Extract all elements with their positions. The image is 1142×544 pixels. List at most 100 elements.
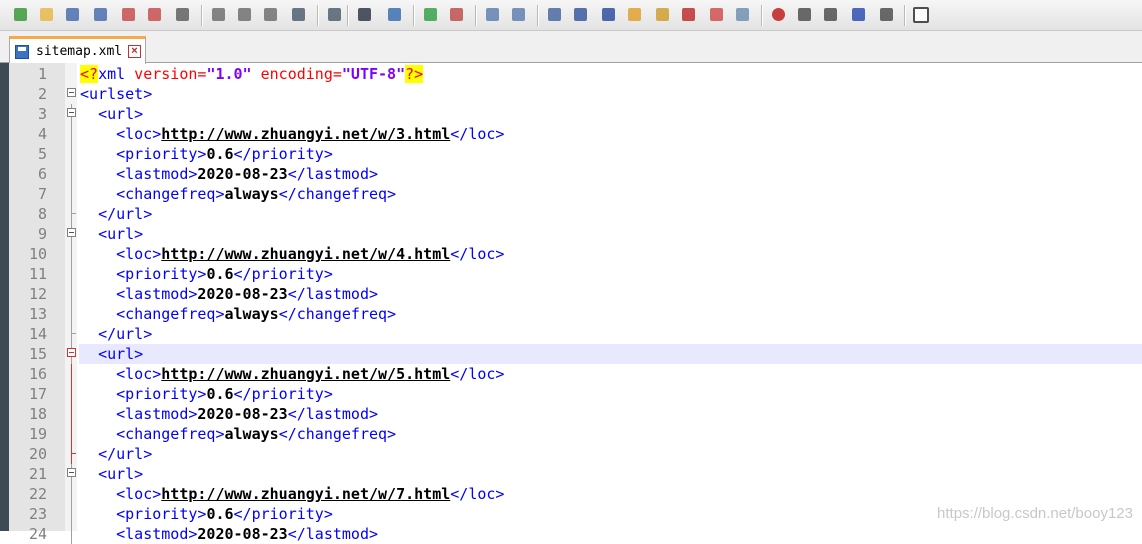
line-number: 5 [37,145,47,163]
indent-guide-icon[interactable] [600,6,618,24]
code-token: <loc> [116,125,162,143]
fold-toggle-icon[interactable] [67,228,76,237]
code-token: <url> [98,225,144,243]
line-number: 15 [28,345,47,363]
close-icon[interactable] [120,6,138,24]
toolbar-separator [904,5,906,26]
print-icon[interactable] [174,6,192,24]
redo-icon[interactable] [326,6,344,24]
code-line[interactable]: 2 <urlset> [9,84,1142,104]
doc-map-icon[interactable] [654,6,672,24]
udl-icon[interactable] [626,6,644,24]
close-all-icon[interactable] [146,6,164,24]
code-token: <changefreq> [116,425,225,443]
fold-guide [71,524,72,544]
code-line[interactable]: 9 <url> [9,224,1142,244]
save-icon[interactable] [64,6,82,24]
code-token: "UTF-8" [341,65,406,83]
sync-vertical-icon[interactable] [484,6,502,24]
record-macro-icon[interactable] [770,6,788,24]
zoom-out-icon[interactable] [448,6,466,24]
fold-guide [71,504,72,524]
show-all-chars-icon[interactable] [572,6,590,24]
code-line[interactable]: 6 <lastmod>2020-08-23</lastmod> [9,164,1142,184]
stop-macro-icon[interactable] [796,6,814,24]
code-token: </loc> [450,485,505,503]
playback-macro-icon[interactable] [822,6,840,24]
code-token: </url> [98,205,153,223]
toolbar-separator [537,5,539,26]
code-text: <lastmod>2020-08-23</lastmod> [79,404,1142,424]
code-line[interactable]: 17 <priority>0.6</priority> [9,384,1142,404]
fold-toggle-icon[interactable] [67,348,76,357]
replace-icon[interactable] [386,6,404,24]
find-icon[interactable] [356,6,374,24]
fold-guide [71,164,72,184]
paste-icon[interactable] [262,6,280,24]
watermark: https://blog.csdn.net/booy123 [937,505,1133,522]
fold-guide [71,264,72,284]
code-text: <changefreq>always</changefreq> [79,304,1142,324]
code-token: 2020-08-23 [197,285,288,303]
code-token: <changefreq> [116,185,225,203]
code-line[interactable]: 3 <url> [9,104,1142,124]
folder-workspace-icon[interactable] [708,6,726,24]
tab-close-icon[interactable]: × [128,45,141,58]
code-line[interactable]: 18 <lastmod>2020-08-23</lastmod> [9,404,1142,424]
fold-toggle-icon[interactable] [67,468,76,477]
new-file-icon[interactable] [12,6,30,24]
code-line[interactable]: 21 <url> [9,464,1142,484]
code-line[interactable]: 20 </url> [9,444,1142,464]
save-all-icon[interactable] [92,6,110,24]
editor-text-area[interactable]: 1 <?xml version="1.0" encoding="UTF-8"?> 2… [9,64,1142,544]
code-line[interactable]: 1 <?xml version="1.0" encoding="UTF-8"?> [9,64,1142,84]
window-edge [0,63,9,531]
code-line[interactable]: 14 </url> [9,324,1142,344]
code-line[interactable]: 13 <changefreq>always</changefreq> [9,304,1142,324]
code-line[interactable]: 22 <loc>http://www.zhuangyi.net/w/7.html… [9,484,1142,504]
code-line[interactable]: 11 <priority>0.6</priority> [9,264,1142,284]
code-line[interactable]: 4 <loc>http://www.zhuangyi.net/w/3.html<… [9,124,1142,144]
code-line[interactable]: 15 <url> [9,344,1142,364]
line-number: 9 [37,225,47,243]
save-macro-icon[interactable] [878,6,896,24]
fold-toggle-icon[interactable] [67,88,76,97]
word-wrap-icon[interactable] [546,6,564,24]
fold-toggle-icon[interactable] [67,108,76,117]
code-token: <changefreq> [116,305,225,323]
code-token: </loc> [450,125,505,143]
code-line[interactable]: 16 <loc>http://www.zhuangyi.net/w/5.html… [9,364,1142,384]
code-line[interactable]: 24 <lastmod>2020-08-23</lastmod> [9,524,1142,544]
copy-icon[interactable] [236,6,254,24]
code-line[interactable]: 7 <changefreq>always</changefreq> [9,184,1142,204]
tab-sitemap-xml[interactable]: sitemap.xml × [9,36,146,64]
open-file-icon[interactable] [38,6,56,24]
fold-guide [71,304,72,324]
code-line[interactable]: 8 </url> [9,204,1142,224]
line-number: 20 [28,445,47,463]
run-macro-multiple-icon[interactable] [850,6,868,24]
fold-guide [71,204,72,224]
sync-horizontal-icon[interactable] [510,6,528,24]
code-line[interactable]: 5 <priority>0.6</priority> [9,144,1142,164]
code-token: </priority> [233,505,333,523]
monitoring-icon[interactable] [734,6,752,24]
code-line[interactable]: 12 <lastmod>2020-08-23</lastmod> [9,284,1142,304]
undo-icon[interactable] [290,6,308,24]
code-line[interactable]: 19 <changefreq>always</changefreq> [9,424,1142,444]
console-icon[interactable] [912,6,930,24]
function-list-icon[interactable] [680,6,698,24]
zoom-in-icon[interactable] [422,6,440,24]
cut-icon[interactable] [210,6,228,24]
code-line[interactable]: 10 <loc>http://www.zhuangyi.net/w/4.html… [9,244,1142,264]
